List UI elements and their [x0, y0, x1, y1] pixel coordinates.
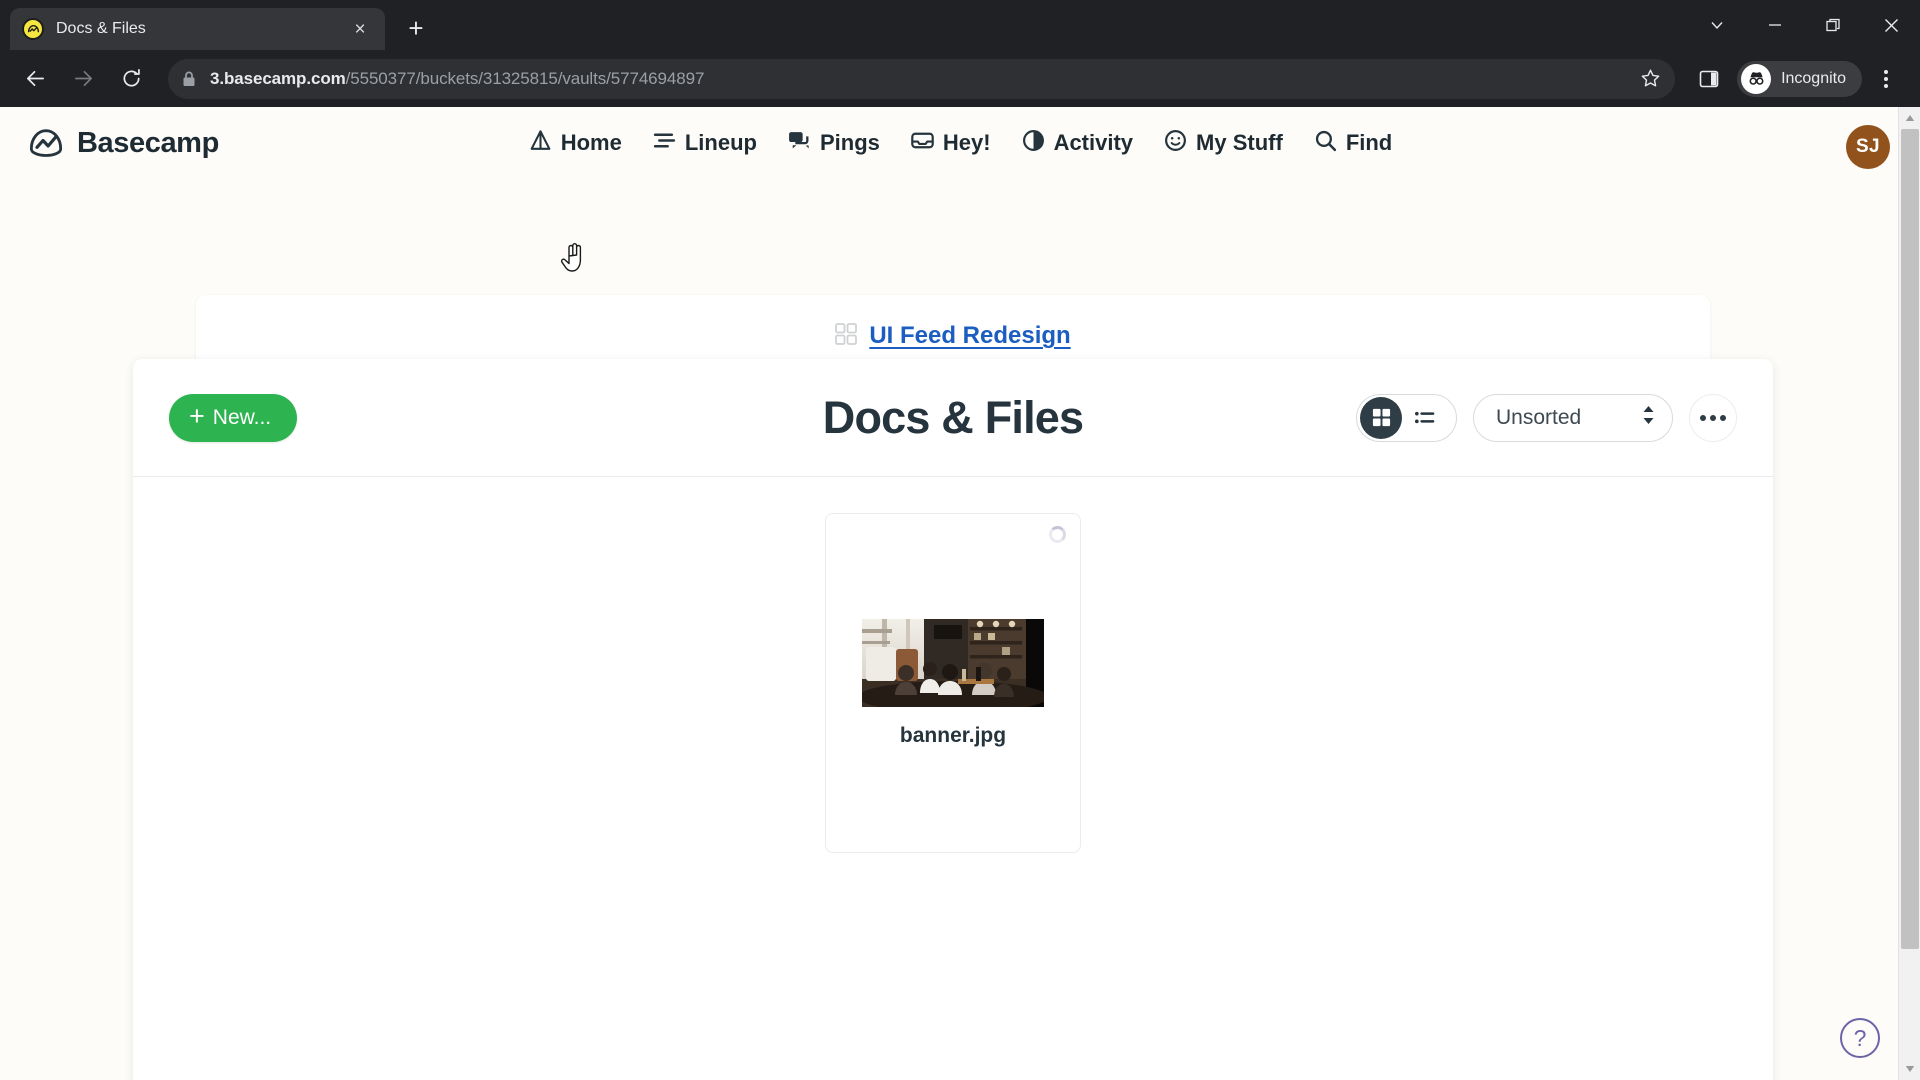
files-area: banner.jpg: [133, 477, 1773, 1080]
lock-icon: [182, 71, 196, 87]
address-bar-url: 3.basecamp.com/5550377/buckets/31325815/…: [210, 69, 704, 89]
inbox-tray-icon: [910, 128, 935, 159]
smiley-icon: [1163, 128, 1188, 159]
reload-icon[interactable]: [110, 58, 152, 100]
incognito-icon: [1741, 63, 1772, 94]
breadcrumb: UI Feed Redesign: [196, 295, 1710, 367]
basecamp-logo-text: Basecamp: [77, 126, 219, 159]
tent-icon: [528, 128, 553, 159]
new-button[interactable]: + New...: [169, 393, 298, 442]
nav-item-lineup[interactable]: Lineup: [652, 128, 757, 159]
grid-squares-icon: [835, 322, 858, 350]
browser-toolbar: 3.basecamp.com/5550377/buckets/31325815/…: [0, 50, 1920, 107]
magnifier-icon: [1313, 128, 1338, 159]
view-toggle: [1356, 393, 1457, 442]
forward-icon[interactable]: [62, 58, 104, 100]
breadcrumb-project-link[interactable]: UI Feed Redesign: [869, 322, 1070, 350]
more-dot: [1720, 414, 1726, 421]
kebab-dot: [1884, 83, 1888, 88]
nav-label-find: Find: [1345, 130, 1393, 155]
files-grid: banner.jpg: [169, 513, 1737, 853]
incognito-label: Incognito: [1781, 69, 1846, 87]
basecamp-logo[interactable]: Basecamp: [26, 123, 219, 163]
incognito-profile-button[interactable]: Incognito: [1737, 60, 1862, 97]
user-avatar[interactable]: SJ: [1846, 125, 1890, 169]
card-header: + New... Docs & Files Unsorted: [133, 359, 1773, 477]
basecamp-navbar: Basecamp Home Lineup Pings Hey! Activity…: [0, 107, 1920, 179]
mouse-cursor-hand: [560, 243, 582, 272]
sort-select-value: Unsorted: [1496, 405, 1582, 429]
address-bar[interactable]: 3.basecamp.com/5550377/buckets/31325815/…: [168, 58, 1676, 99]
nav-label-activity: Activity: [1053, 130, 1134, 155]
file-name: banner.jpg: [899, 723, 1007, 747]
side-panel-icon[interactable]: [1689, 59, 1729, 99]
scroll-down-arrow-icon[interactable]: [1899, 1058, 1920, 1080]
back-icon[interactable]: [14, 58, 56, 100]
help-button[interactable]: ?: [1840, 1018, 1880, 1058]
nav-label-hey: Hey!: [942, 130, 991, 155]
url-path: /5550377/buckets/31325815/vaults/5774694…: [345, 68, 705, 88]
url-domain: 3.basecamp.com: [210, 68, 346, 88]
bookmark-star-icon[interactable]: [1640, 59, 1661, 99]
basecamp-favicon-icon: [22, 18, 44, 40]
tab-title: Docs & Files: [56, 20, 146, 37]
minimize-button[interactable]: [1746, 0, 1804, 50]
nav-item-home[interactable]: Home: [528, 128, 622, 159]
window-controls: [1688, 0, 1920, 50]
nav-item-hey[interactable]: Hey!: [910, 128, 991, 159]
loading-spinner-icon: [1049, 526, 1066, 543]
page-viewport: Basecamp Home Lineup Pings Hey! Activity…: [0, 107, 1920, 1080]
new-tab-button[interactable]: +: [397, 9, 435, 47]
browser-tab[interactable]: Docs & Files ×: [10, 8, 385, 50]
half-circle-icon: [1021, 128, 1046, 159]
more-dot: [1710, 414, 1716, 421]
more-options-button[interactable]: [1689, 393, 1737, 442]
docs-files-card: + New... Docs & Files Unsorted banner.jp…: [133, 359, 1773, 1080]
scrollbar-thumb[interactable]: [1901, 129, 1919, 949]
tab-search-icon[interactable]: [1688, 0, 1746, 50]
file-card[interactable]: banner.jpg: [825, 513, 1081, 853]
list-view-icon[interactable]: [1404, 397, 1444, 439]
nav-item-activity[interactable]: Activity: [1021, 128, 1133, 159]
nav-label-pings: Pings: [819, 130, 880, 155]
browser-window: Docs & Files × + 3.basecamp.com/5550377/…: [0, 0, 1920, 1080]
kebab-dot: [1884, 69, 1888, 74]
sort-select[interactable]: Unsorted: [1473, 393, 1673, 442]
nav-label-home: Home: [560, 130, 622, 155]
header-actions: Unsorted: [1356, 393, 1737, 442]
basecamp-logo-icon: [29, 129, 63, 157]
more-dot: [1700, 414, 1706, 421]
basecamp-main-menu: Home Lineup Pings Hey! Activity My Stuff…: [0, 107, 1920, 179]
nav-label-my-stuff: My Stuff: [1196, 130, 1283, 155]
nav-item-my-stuff[interactable]: My Stuff: [1163, 128, 1283, 159]
stepper-arrows-icon: [1641, 404, 1656, 431]
plus-icon: +: [189, 401, 205, 431]
scroll-up-arrow-icon[interactable]: [1899, 107, 1920, 129]
nav-item-pings[interactable]: Pings: [787, 128, 880, 159]
close-window-button[interactable]: [1862, 0, 1920, 50]
browser-menu-icon[interactable]: [1866, 59, 1906, 99]
tab-strip: Docs & Files × +: [0, 0, 1920, 50]
tab-close-icon[interactable]: ×: [347, 16, 373, 42]
toolbar-right-actions: Incognito: [1685, 59, 1906, 99]
page-scrollbar[interactable]: [1898, 107, 1920, 1080]
new-button-label: New...: [212, 405, 272, 429]
lineup-bars-icon: [652, 128, 677, 159]
cafe-interior-thumbnail-image: [862, 618, 1044, 707]
kebab-dot: [1884, 76, 1888, 81]
maximize-button[interactable]: [1804, 0, 1862, 50]
nav-item-find[interactable]: Find: [1313, 128, 1392, 159]
grid-view-icon[interactable]: [1360, 396, 1402, 439]
chat-bubbles-icon: [787, 128, 812, 159]
file-thumbnail: [862, 618, 1044, 707]
nav-label-lineup: Lineup: [684, 130, 757, 155]
